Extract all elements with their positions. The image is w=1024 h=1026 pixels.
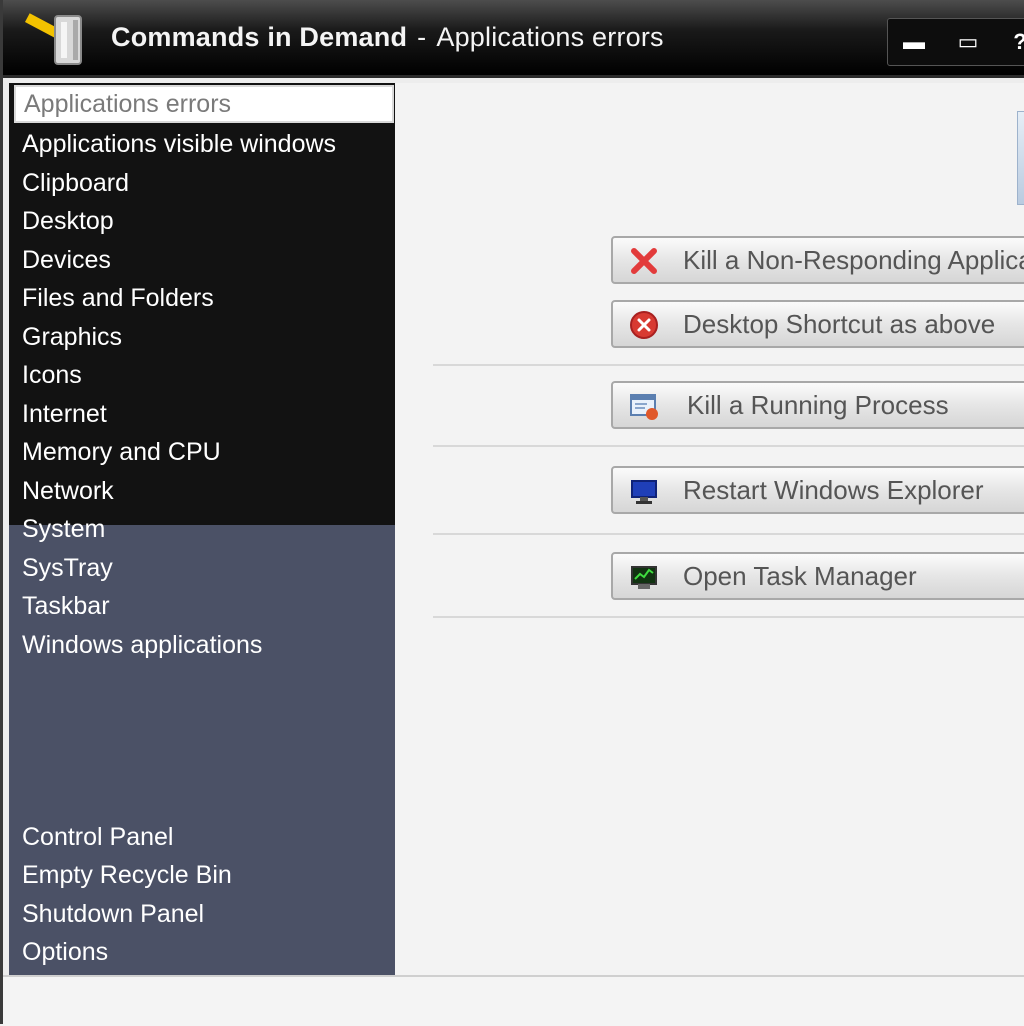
kill-running-process-label: Kill a Running Process — [687, 390, 949, 420]
kill-non-responding-label: Kill a Non-Responding Application — [683, 245, 1024, 275]
process-window-icon — [630, 394, 658, 420]
sidebar-item-icons[interactable]: Icons — [14, 356, 394, 394]
sidebar-item-applications-errors[interactable]: Applications errors — [14, 85, 394, 123]
section-title: Applications errors — [436, 22, 664, 52]
help-button[interactable]: ? — [1002, 25, 1024, 59]
minimize-button[interactable]: ▬ — [896, 25, 932, 59]
sidebar-item-memory-and-cpu[interactable]: Memory and CPU — [14, 433, 394, 471]
sidebar-item-systray[interactable]: SysTray — [14, 549, 394, 587]
title-separator: - — [417, 22, 427, 52]
title-bar[interactable]: Commands in Demand - Applications errors ▬… — [3, 0, 1024, 78]
kill-running-process-button[interactable]: Kill a Running Process — [611, 381, 1024, 429]
section-divider — [433, 445, 1024, 447]
sidebar-item-desktop[interactable]: Desktop — [14, 202, 394, 240]
error-circle-icon — [630, 311, 658, 339]
section-divider — [433, 616, 1024, 618]
sidebar-item-graphics[interactable]: Graphics — [14, 318, 394, 356]
hammer-icon — [24, 13, 82, 65]
sidebar: Applications errors Applications visible… — [9, 83, 401, 975]
window-title: Commands in Demand - Applications errors — [111, 22, 664, 53]
content-panel: Kill a Non-Responding Application Deskto… — [395, 83, 1024, 975]
open-task-manager-label: Open Task Manager — [683, 561, 917, 591]
sidebar-item-network[interactable]: Network — [14, 472, 394, 510]
section-divider — [433, 364, 1024, 366]
red-x-icon — [631, 248, 657, 274]
section-divider — [433, 533, 1024, 535]
desktop-shortcut-button[interactable]: Desktop Shortcut as above — [611, 300, 1024, 348]
window-controls: ▬ ▭ ? — [887, 18, 1024, 66]
kill-non-responding-button[interactable]: Kill a Non-Responding Application — [611, 236, 1024, 284]
task-manager-icon — [631, 566, 657, 589]
open-task-manager-button[interactable]: Open Task Manager — [611, 552, 1024, 600]
sidebar-item-clipboard[interactable]: Clipboard — [14, 164, 394, 202]
desktop-shortcut-label: Desktop Shortcut as above — [683, 309, 996, 339]
sidebar-item-options[interactable]: Options — [14, 933, 394, 971]
sidebar-item-shutdown-panel[interactable]: Shutdown Panel — [14, 895, 394, 933]
sidebar-item-control-panel[interactable]: Control Panel — [14, 818, 394, 856]
restart-explorer-label: Restart Windows Explorer — [683, 475, 984, 505]
sidebar-item-system[interactable]: System — [14, 510, 394, 548]
sidebar-item-taskbar[interactable]: Taskbar — [14, 587, 394, 625]
sidebar-item-files-and-folders[interactable]: Files and Folders — [14, 279, 394, 317]
sidebar-item-windows-applications[interactable]: Windows applications — [14, 626, 394, 664]
sidebar-item-internet[interactable]: Internet — [14, 395, 394, 433]
status-bar — [3, 975, 1024, 1026]
maximize-button[interactable]: ▭ — [950, 25, 986, 59]
sidebar-item-applications-visible-windows[interactable]: Applications visible windows — [14, 125, 394, 163]
panel-edge-widget[interactable] — [1017, 111, 1024, 205]
sidebar-item-empty-recycle-bin[interactable]: Empty Recycle Bin — [14, 856, 394, 894]
explorer-monitor-icon — [631, 480, 657, 504]
app-window: Commands in Demand - Applications errors ▬… — [0, 0, 1024, 1026]
sidebar-item-devices[interactable]: Devices — [14, 241, 394, 279]
app-title: Commands in Demand — [111, 22, 408, 52]
restart-explorer-button[interactable]: Restart Windows Explorer — [611, 466, 1024, 514]
